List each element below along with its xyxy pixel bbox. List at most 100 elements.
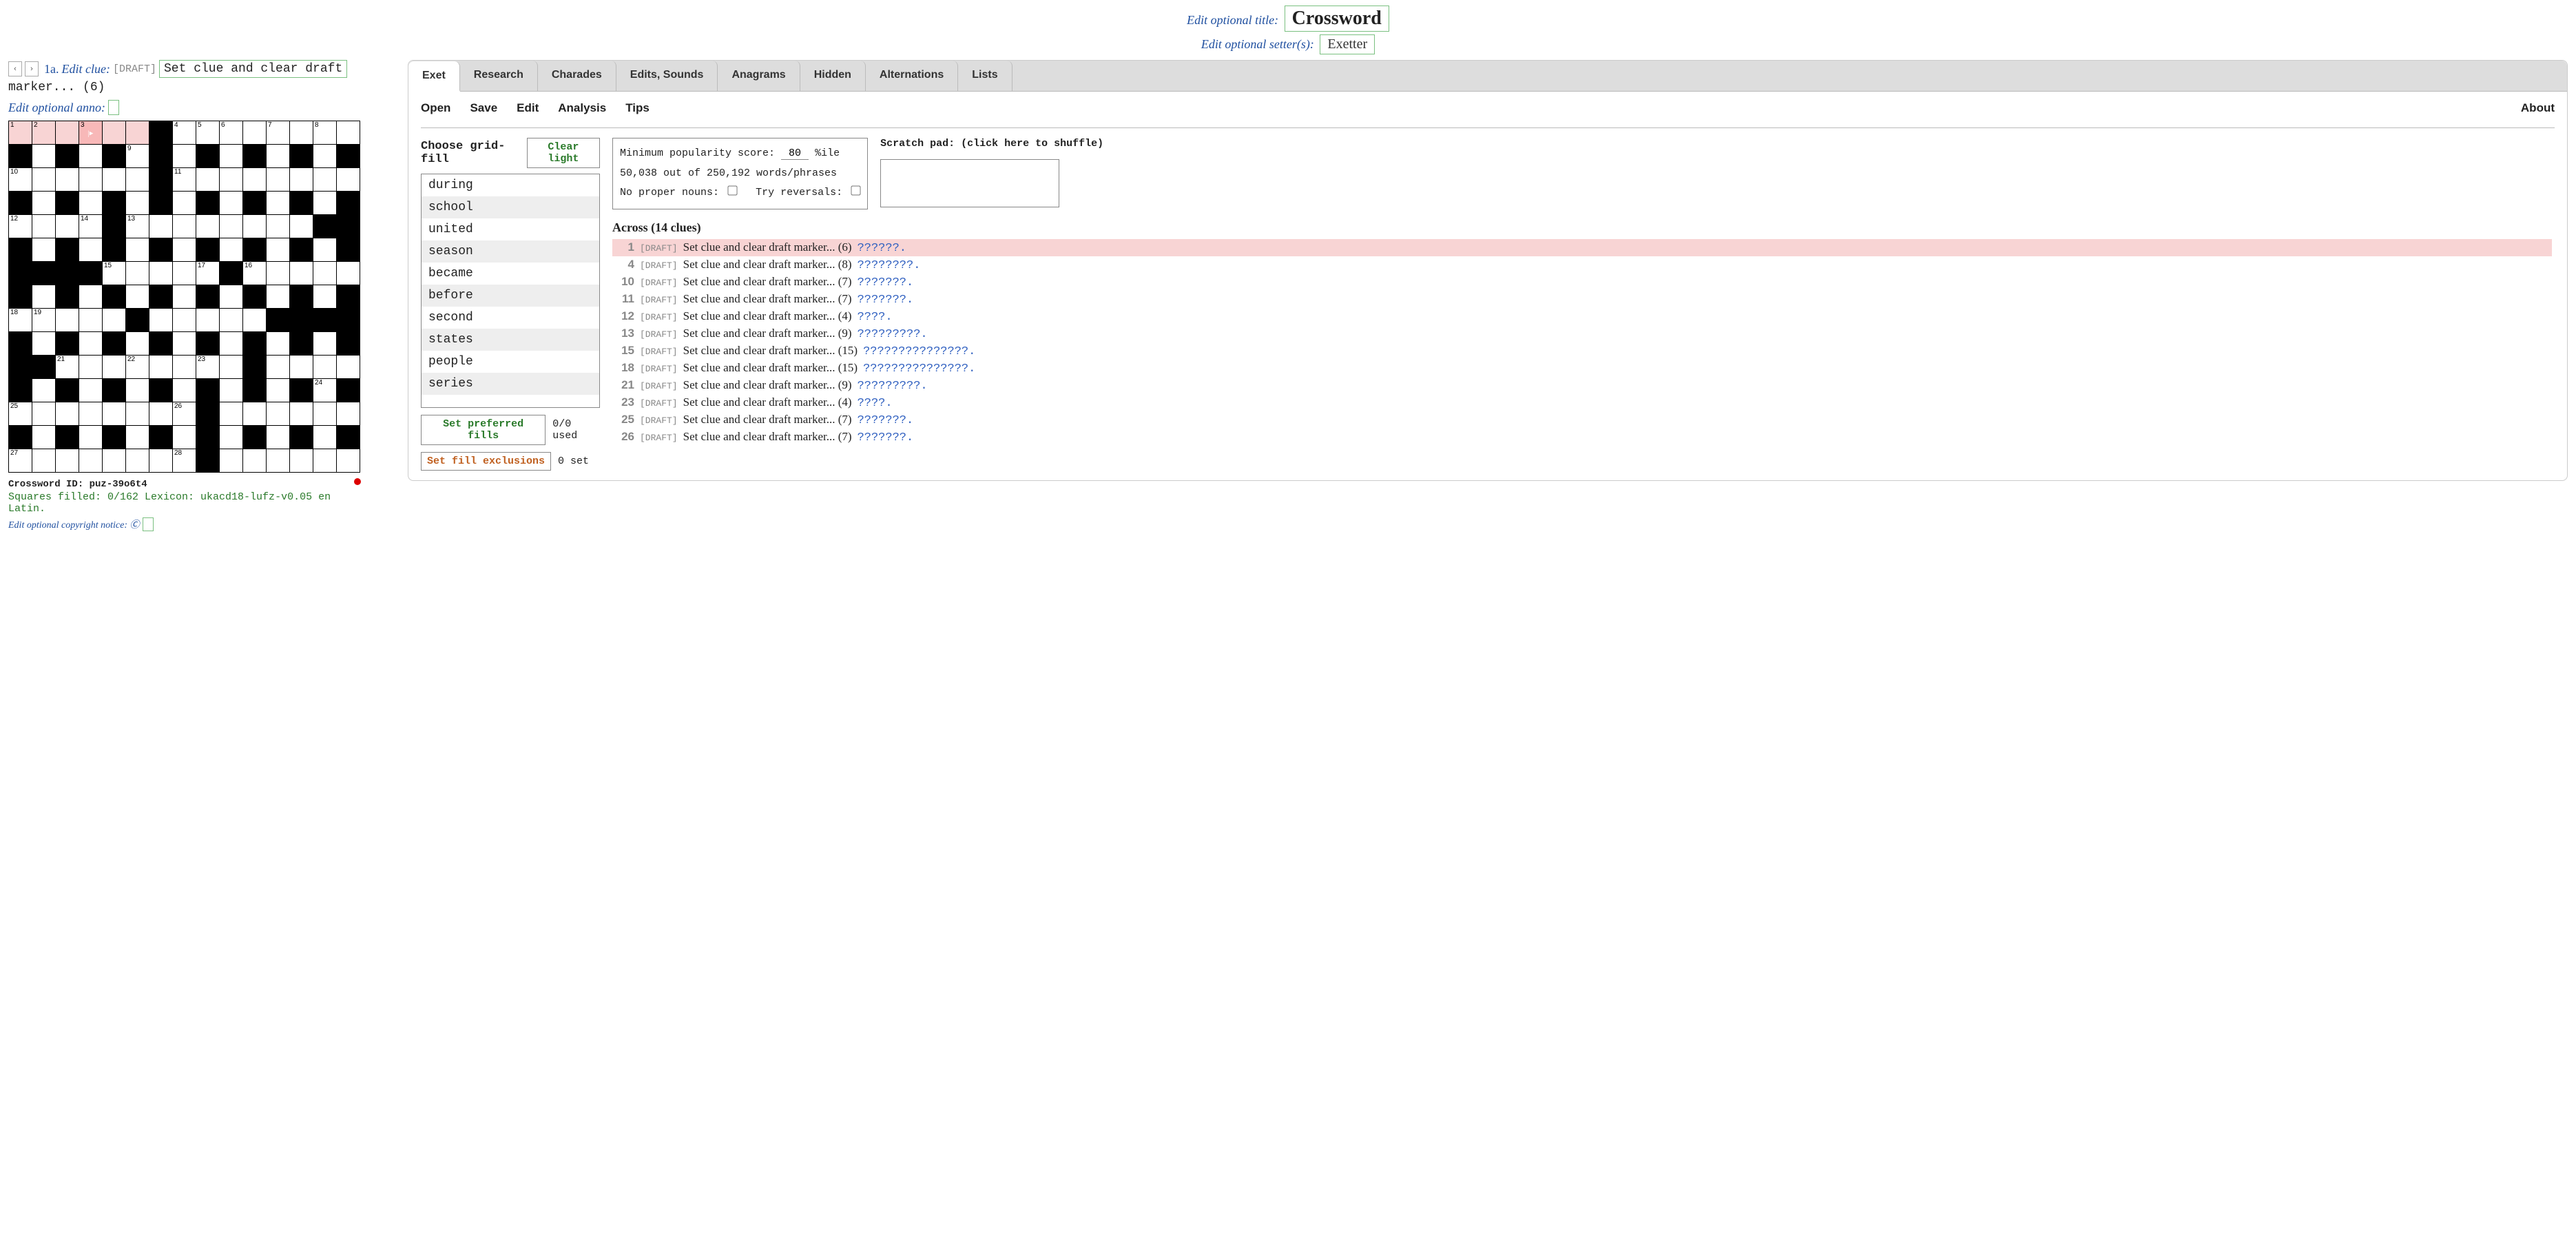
grid-cell[interactable] bbox=[196, 145, 220, 168]
menu-about[interactable]: About bbox=[2521, 101, 2555, 115]
grid-cell[interactable] bbox=[313, 426, 337, 449]
grid-cell[interactable] bbox=[56, 402, 79, 426]
grid-cell[interactable] bbox=[313, 309, 337, 332]
grid-cell[interactable] bbox=[267, 426, 290, 449]
try-reversals-checkbox[interactable] bbox=[851, 185, 860, 195]
grid-cell[interactable] bbox=[79, 168, 103, 192]
clue-row[interactable]: 27[DRAFT]Set clue and clear draft marker… bbox=[612, 446, 2552, 448]
grid-cell[interactable] bbox=[220, 192, 243, 215]
grid-cell[interactable] bbox=[32, 356, 56, 379]
anno-input[interactable] bbox=[108, 100, 119, 115]
clue-row[interactable]: 4[DRAFT]Set clue and clear draft marker.… bbox=[612, 256, 2552, 274]
grid-cell[interactable] bbox=[337, 262, 360, 285]
grid-cell[interactable] bbox=[173, 238, 196, 262]
menu-open[interactable]: Open bbox=[421, 101, 450, 115]
grid-cell[interactable] bbox=[313, 402, 337, 426]
grid-cell[interactable] bbox=[56, 449, 79, 473]
clue-row[interactable]: 13[DRAFT]Set clue and clear draft marker… bbox=[612, 325, 2552, 342]
grid-cell[interactable] bbox=[267, 309, 290, 332]
grid-cell[interactable] bbox=[196, 379, 220, 402]
word-suggestion[interactable]: before bbox=[422, 285, 599, 307]
grid-cell[interactable] bbox=[313, 238, 337, 262]
clue-row[interactable]: 25[DRAFT]Set clue and clear draft marker… bbox=[612, 411, 2552, 429]
grid-cell[interactable]: 4 bbox=[173, 121, 196, 145]
grid-cell[interactable] bbox=[220, 145, 243, 168]
grid-cell[interactable] bbox=[149, 402, 173, 426]
grid-cell[interactable]: 1 bbox=[9, 121, 32, 145]
grid-cell[interactable] bbox=[103, 145, 126, 168]
grid-cell[interactable]: 28 bbox=[173, 449, 196, 473]
grid-cell[interactable] bbox=[103, 426, 126, 449]
grid-cell[interactable] bbox=[79, 192, 103, 215]
grid-cell[interactable] bbox=[149, 449, 173, 473]
grid-cell[interactable] bbox=[32, 332, 56, 356]
grid-cell[interactable]: 2 bbox=[32, 121, 56, 145]
grid-cell[interactable] bbox=[220, 402, 243, 426]
grid-cell[interactable] bbox=[173, 379, 196, 402]
grid-cell[interactable] bbox=[32, 379, 56, 402]
clues-list[interactable]: Across (14 clues) 1[DRAFT]Set clue and c… bbox=[612, 220, 2555, 448]
grid-cell[interactable] bbox=[126, 449, 149, 473]
grid-cell[interactable] bbox=[103, 192, 126, 215]
word-suggestion[interactable]: season bbox=[422, 240, 599, 263]
grid-cell[interactable] bbox=[149, 145, 173, 168]
grid-cell[interactable] bbox=[79, 285, 103, 309]
grid-cell[interactable] bbox=[149, 192, 173, 215]
grid-cell[interactable] bbox=[79, 402, 103, 426]
clue-row[interactable]: 10[DRAFT]Set clue and clear draft marker… bbox=[612, 274, 2552, 291]
grid-cell[interactable]: 19 bbox=[32, 309, 56, 332]
grid-cell[interactable] bbox=[267, 215, 290, 238]
grid-cell[interactable] bbox=[290, 379, 313, 402]
grid-cell[interactable]: 26 bbox=[173, 402, 196, 426]
grid-cell[interactable] bbox=[173, 356, 196, 379]
setter-input[interactable]: Exetter bbox=[1320, 34, 1375, 54]
grid-cell[interactable] bbox=[56, 426, 79, 449]
grid-cell[interactable] bbox=[243, 168, 267, 192]
grid-cell[interactable] bbox=[149, 426, 173, 449]
grid-cell[interactable]: 12 bbox=[9, 215, 32, 238]
grid-cell[interactable] bbox=[149, 356, 173, 379]
grid-cell[interactable] bbox=[290, 332, 313, 356]
grid-cell[interactable]: 9 bbox=[126, 145, 149, 168]
grid-cell[interactable] bbox=[149, 379, 173, 402]
clue-row[interactable]: 12[DRAFT]Set clue and clear draft marker… bbox=[612, 308, 2552, 325]
grid-cell[interactable] bbox=[103, 215, 126, 238]
grid-cell[interactable]: 23 bbox=[196, 356, 220, 379]
grid-cell[interactable] bbox=[126, 121, 149, 145]
scratch-pad-label[interactable]: Scratch pad: (click here to shuffle) bbox=[880, 138, 1103, 150]
grid-cell[interactable] bbox=[79, 356, 103, 379]
grid-cell[interactable] bbox=[337, 285, 360, 309]
word-suggestion[interactable]: united bbox=[422, 218, 599, 240]
grid-cell[interactable] bbox=[290, 449, 313, 473]
grid-cell[interactable] bbox=[313, 332, 337, 356]
grid-cell[interactable]: 27 bbox=[9, 449, 32, 473]
grid-cell[interactable] bbox=[32, 238, 56, 262]
grid-cell[interactable] bbox=[267, 379, 290, 402]
tab-alternations[interactable]: Alternations bbox=[866, 61, 958, 91]
grid-cell[interactable] bbox=[32, 192, 56, 215]
grid-cell[interactable] bbox=[290, 145, 313, 168]
clue-row[interactable]: 21[DRAFT]Set clue and clear draft marker… bbox=[612, 377, 2552, 394]
grid-cell[interactable] bbox=[103, 379, 126, 402]
word-suggestion[interactable]: people bbox=[422, 351, 599, 373]
grid-cell[interactable] bbox=[243, 356, 267, 379]
no-proper-nouns-checkbox[interactable] bbox=[727, 185, 737, 195]
grid-cell[interactable]: 11 bbox=[173, 168, 196, 192]
word-suggestion[interactable]: school bbox=[422, 196, 599, 218]
grid-cell[interactable] bbox=[243, 379, 267, 402]
grid-cell[interactable] bbox=[56, 332, 79, 356]
word-list[interactable]: duringschoolunitedseasonbecamebeforeseco… bbox=[421, 174, 600, 408]
grid-cell[interactable] bbox=[220, 309, 243, 332]
grid-cell[interactable] bbox=[56, 121, 79, 145]
grid-cell[interactable]: 14 bbox=[79, 215, 103, 238]
title-input[interactable]: Crossword bbox=[1285, 6, 1389, 32]
grid-cell[interactable] bbox=[337, 426, 360, 449]
grid-cell[interactable] bbox=[149, 238, 173, 262]
grid-cell[interactable] bbox=[290, 356, 313, 379]
grid-cell[interactable] bbox=[196, 168, 220, 192]
grid-cell[interactable] bbox=[56, 215, 79, 238]
set-fill-exclusions-button[interactable]: Set fill exclusions bbox=[421, 452, 551, 471]
clue-row[interactable]: 23[DRAFT]Set clue and clear draft marker… bbox=[612, 394, 2552, 411]
grid-cell[interactable] bbox=[103, 402, 126, 426]
grid-cell[interactable] bbox=[149, 309, 173, 332]
